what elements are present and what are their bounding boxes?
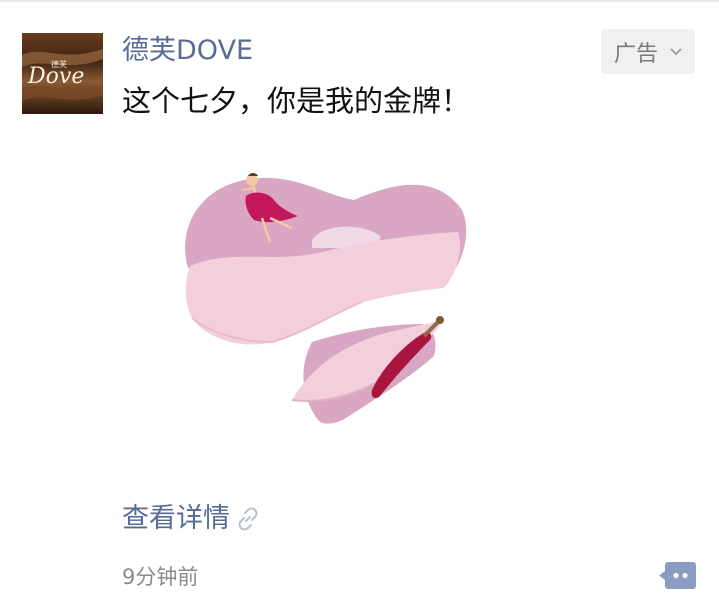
top-divider [0,0,719,2]
post-timestamp: 9分钟前 [122,565,199,589]
chevron-down-icon [670,47,682,55]
account-name[interactable]: 德芙DOVE [122,34,253,68]
ad-tag-button[interactable]: 广告 [601,29,695,74]
comment-icon [659,562,696,589]
view-details-link[interactable]: 查看详情 [122,502,260,536]
ad-tag-label: 广告 [613,41,658,67]
link-icon [238,507,258,531]
comment-button[interactable] [659,562,696,589]
view-details-label: 查看详情 [122,503,230,534]
heart-illustration [185,173,467,424]
dove-logo: 德芙 Dove [22,33,103,114]
ad-image[interactable] [122,128,542,480]
avatar[interactable]: 德芙 Dove [22,33,103,114]
post-text: 这个七夕，你是我的金牌！ [122,84,471,118]
avatar-logo-text: Dove [27,64,84,89]
